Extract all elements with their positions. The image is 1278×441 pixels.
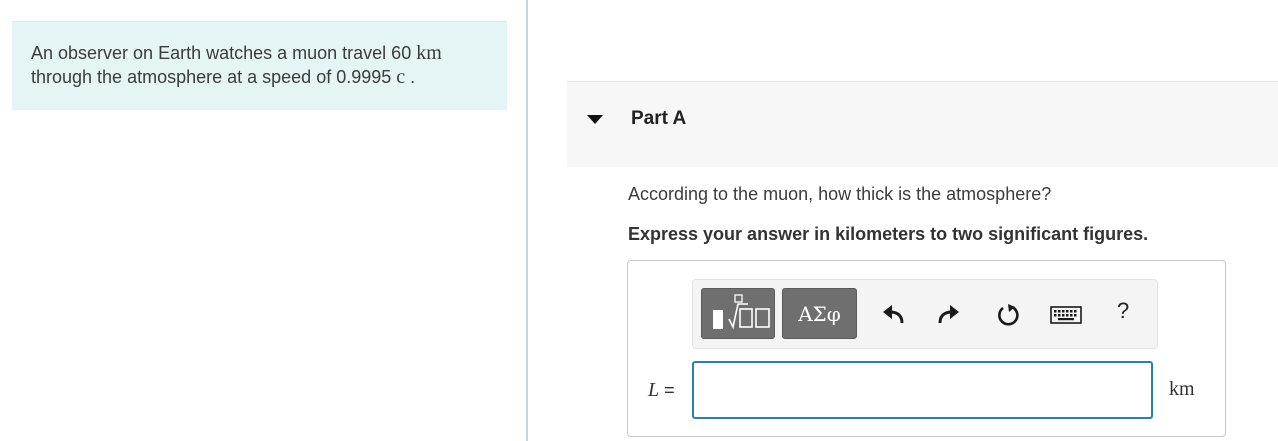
unit-label: km — [1169, 378, 1195, 400]
unit-km: km — [416, 42, 442, 64]
column-divider — [526, 0, 528, 441]
help-icon[interactable]: ? — [1117, 298, 1129, 324]
problem-statement: An observer on Earth watches a muon trav… — [12, 21, 507, 110]
greek-symbols-button[interactable]: ΑΣφ — [782, 288, 857, 339]
answer-input[interactable] — [692, 361, 1153, 419]
part-title: Part A — [631, 108, 687, 129]
math-toolbar: ΑΣφ ? — [692, 279, 1158, 349]
answer-panel: ΑΣφ ? L = km — [627, 260, 1226, 437]
templates-icon — [713, 294, 770, 330]
question-text: According to the muon, how thick is the … — [628, 184, 1052, 204]
problem-line-2: through the atmosphere at a speed of 0.9… — [31, 66, 416, 88]
speed-of-light-symbol: c — [396, 66, 406, 88]
reset-icon[interactable] — [995, 302, 1021, 328]
undo-icon[interactable] — [880, 302, 906, 328]
redo-icon[interactable] — [936, 302, 962, 328]
templates-button[interactable] — [701, 288, 775, 339]
collapse-caret-icon[interactable] — [587, 115, 603, 124]
part-a-header[interactable]: Part A — [567, 81, 1278, 167]
variable-label: L = — [648, 379, 675, 401]
answer-instruction: Express your answer in kilometers to two… — [628, 224, 1149, 244]
keyboard-icon[interactable] — [1050, 302, 1082, 328]
problem-line-1: An observer on Earth watches a muon trav… — [31, 42, 442, 64]
